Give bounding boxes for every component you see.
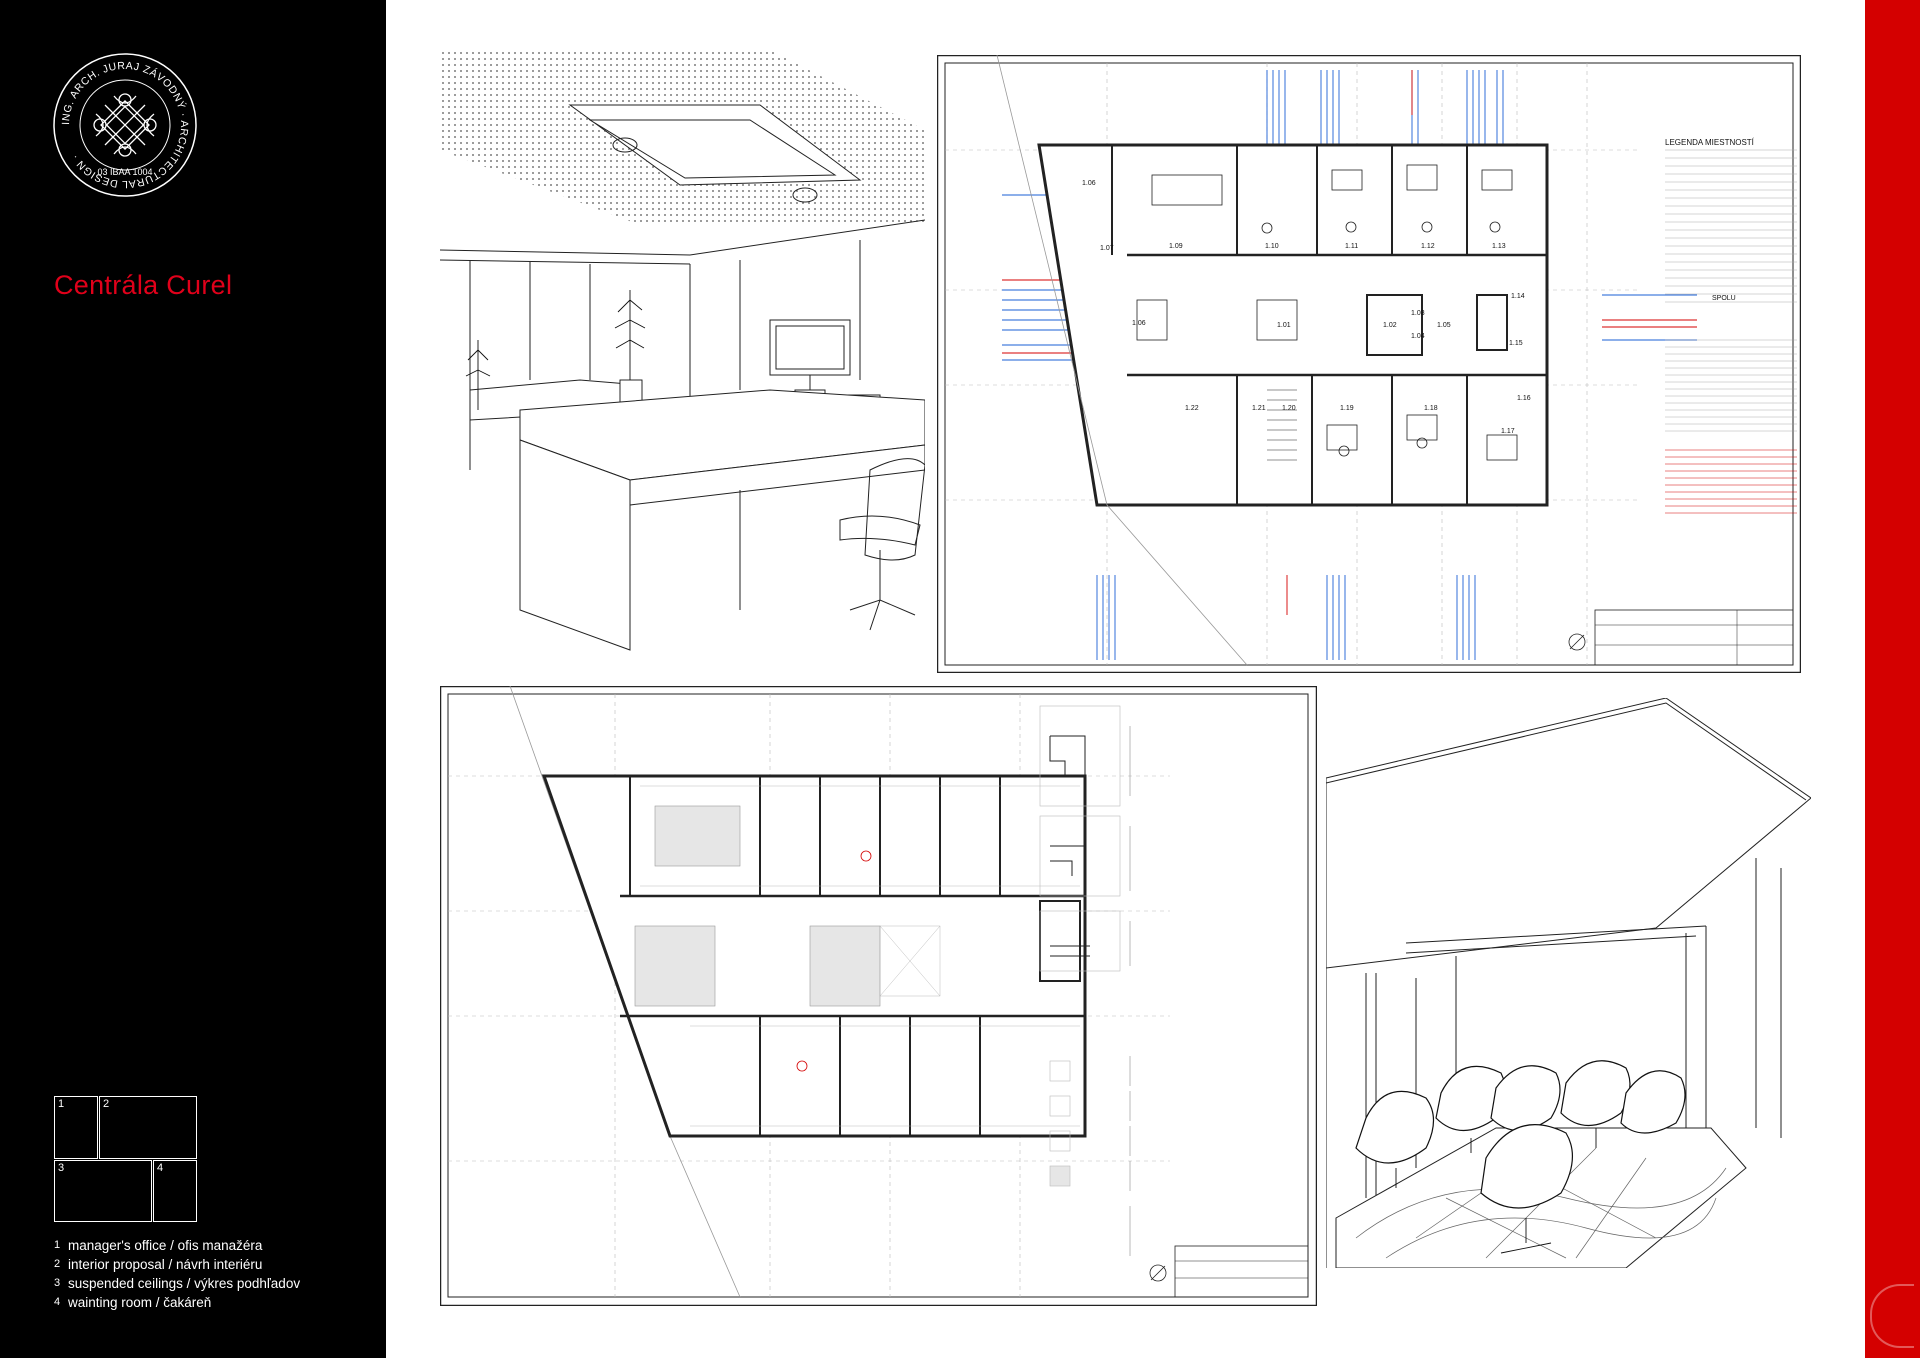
room-label: 1.18 — [1424, 405, 1438, 412]
waiting-room-perspective — [1326, 698, 1811, 1268]
room-label: 1.14 — [1511, 293, 1525, 300]
sheet-key-map: 1 2 3 4 — [54, 1096, 197, 1222]
room-label: 1.11 — [1345, 243, 1358, 250]
room-label: 1.05 — [1437, 322, 1451, 329]
key-cell-4: 4 — [153, 1160, 197, 1222]
legend-item: 4 wainting room / čakáreň — [54, 1295, 212, 1310]
legend-total-label: SPOLU — [1712, 295, 1736, 302]
key-cell-2: 2 — [99, 1096, 197, 1159]
room-label: 1.02 — [1383, 322, 1397, 329]
architect-seal-logo: ING. ARCH. JURAJ ZÁVODNÝ · ARCHITECTURAL… — [53, 53, 197, 197]
right-accent-strip — [1865, 0, 1920, 1358]
brand-mark — [1870, 1284, 1914, 1348]
room-label: 1.20 — [1282, 405, 1296, 412]
room-label: 1.06 — [1082, 180, 1096, 187]
room-label: 1.19 — [1340, 405, 1354, 412]
room-label: 1.21 — [1252, 405, 1266, 412]
manager-office-perspective — [440, 50, 925, 672]
room-label: 1.10 — [1265, 243, 1279, 250]
interior-proposal-plan: 1.06 1.07 1.09 1.10 1.11 1.12 1.13 1.01 … — [937, 55, 1801, 673]
key-cell-3: 3 — [54, 1160, 152, 1222]
legend-item: 2 interior proposal / návrh interiéru — [54, 1257, 263, 1272]
project-title: Centrála Curel — [54, 270, 233, 300]
legend-item: 3 suspended ceilings / výkres podhľadov — [54, 1276, 301, 1291]
room-label: 1.06 — [1132, 320, 1146, 327]
room-label: 1.01 — [1277, 322, 1291, 329]
sidebar: ING. ARCH. JURAJ ZÁVODNÝ · ARCHITECTURAL… — [0, 0, 386, 1358]
room-label: 1.12 — [1421, 243, 1435, 250]
logo-registration: 03 IBAA 1004 — [97, 167, 152, 177]
room-label: 1.09 — [1169, 243, 1183, 250]
room-label: 1.16 — [1517, 395, 1531, 402]
room-label: 1.13 — [1492, 243, 1506, 250]
room-label: 1.17 — [1501, 428, 1515, 435]
room-legend-title: LEGENDA MIESTNOSTÍ — [1665, 138, 1755, 147]
suspended-ceilings-plan — [440, 686, 1317, 1306]
room-label: 1.15 — [1509, 340, 1523, 347]
legend-item: 1 manager's office / ofis manažéra — [54, 1238, 263, 1253]
room-label: 1.22 — [1185, 405, 1199, 412]
sheet-legend: 1 manager's office / ofis manažéra 2 inter… — [54, 1236, 300, 1312]
room-label: 1.04 — [1411, 333, 1425, 340]
key-cell-1: 1 — [54, 1096, 98, 1159]
room-label: 1.03 — [1411, 310, 1425, 317]
room-label: 1.07 — [1100, 245, 1114, 252]
